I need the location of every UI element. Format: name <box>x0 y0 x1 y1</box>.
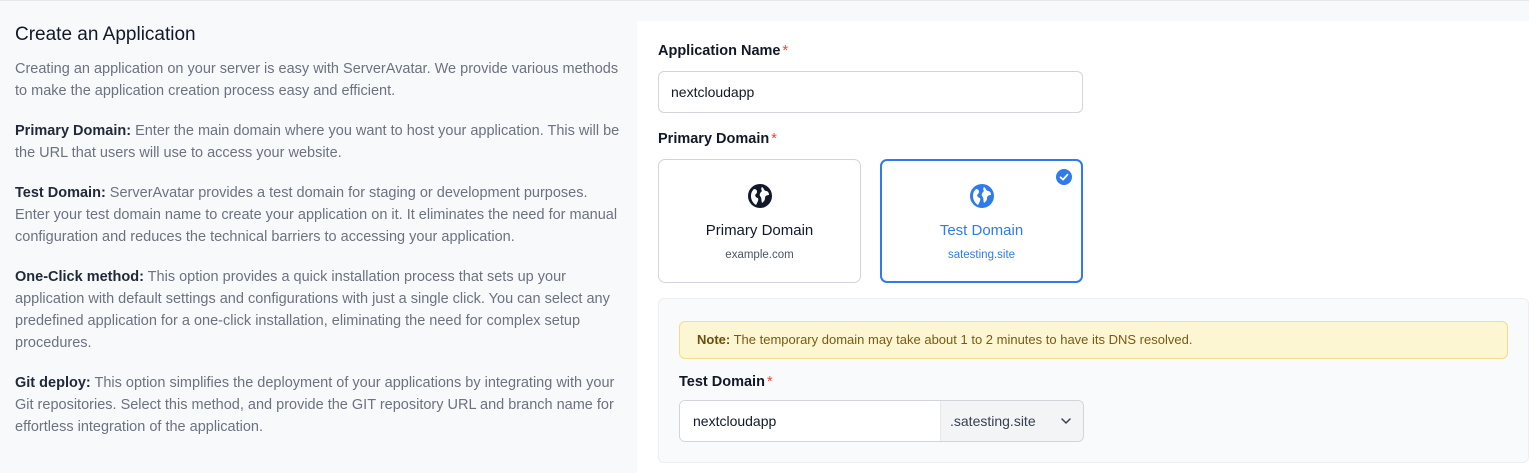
info-term: Primary Domain: <box>15 123 132 139</box>
info-desc: This option simplifies the deployment of… <box>15 375 615 435</box>
required-mark: * <box>766 374 773 390</box>
info-primary-domain: Primary Domain: Enter the main domain wh… <box>15 120 620 164</box>
note-text: The temporary domain may take about 1 to… <box>730 332 1193 347</box>
app-name-input[interactable] <box>658 71 1083 113</box>
note-label: Note: <box>697 332 731 347</box>
app-name-label: Application Name * <box>658 43 788 59</box>
test-domain-label-text: Test Domain <box>679 374 765 390</box>
intro-text: Creating an application on your server i… <box>15 61 619 99</box>
info-git-deploy: Git deploy: This option simplifies the d… <box>15 372 620 438</box>
domain-option-title: Primary Domain <box>705 222 814 239</box>
check-circle-icon <box>1056 169 1072 185</box>
dns-note-banner: Note: The temporary domain may take abou… <box>679 321 1508 359</box>
globe-icon <box>969 184 994 208</box>
top-divider <box>0 0 1529 1</box>
info-desc: ServerAvatar provides a test domain for … <box>15 185 618 245</box>
test-domain-input[interactable] <box>680 401 940 441</box>
domain-option-primary[interactable]: Primary Domain example.com <box>658 159 861 283</box>
domain-option-subtitle: example.com <box>725 249 794 261</box>
primary-domain-label-text: Primary Domain <box>658 131 770 147</box>
test-domain-field: .satesting.site <box>679 400 1084 442</box>
test-domain-label: Test Domain * <box>679 374 773 390</box>
required-mark: * <box>782 43 789 59</box>
app-name-label-text: Application Name <box>658 43 781 59</box>
info-term: One-Click method: <box>15 269 144 285</box>
info-column: Create an Application Creating an applic… <box>15 24 620 456</box>
page-title: Create an Application <box>15 24 196 45</box>
domain-suffix-value: .satesting.site <box>950 413 1036 429</box>
domain-option-test[interactable]: Test Domain satesting.site <box>880 159 1083 283</box>
primary-domain-label: Primary Domain * <box>658 131 777 147</box>
chevron-down-icon <box>1061 418 1071 424</box>
info-term: Git deploy: <box>15 375 91 391</box>
domain-option-subtitle: satesting.site <box>947 249 1016 261</box>
form-panel: Application Name* Primary Domain* Primar… <box>637 21 1529 473</box>
domain-suffix-select[interactable]: .satesting.site <box>940 401 1083 441</box>
required-mark: * <box>771 131 777 147</box>
info-term: Test Domain: <box>15 185 106 201</box>
info-test-domain: Test Domain: ServerAvatar provides a tes… <box>15 182 620 248</box>
test-domain-panel: Note: The temporary domain may take abou… <box>658 298 1529 463</box>
domain-option-title: Test Domain <box>939 222 1024 239</box>
globe-icon <box>747 184 772 208</box>
info-one-click: One-Click method: This option provides a… <box>15 266 620 354</box>
